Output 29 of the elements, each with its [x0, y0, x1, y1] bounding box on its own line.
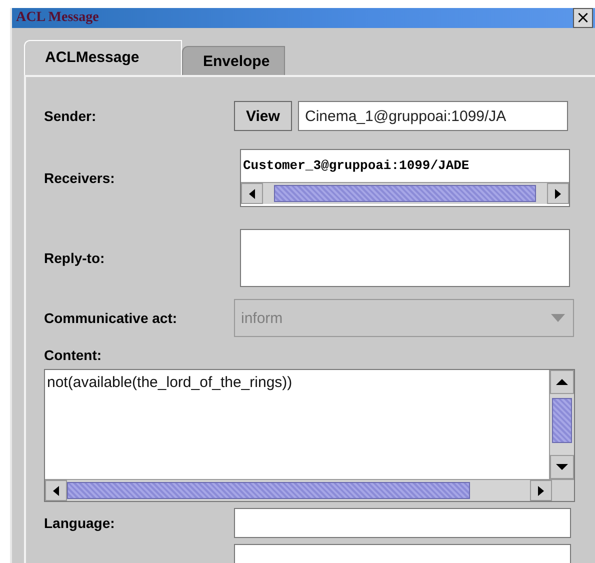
scrollbar-corner	[552, 480, 574, 501]
receivers-list[interactable]: Customer_3@gruppoai:1099/JADE	[240, 149, 570, 207]
right-arrow-icon[interactable]	[538, 486, 544, 496]
field-label: Reply-to:	[44, 250, 106, 266]
horizontal-scrollbar[interactable]	[241, 182, 569, 204]
view-button[interactable]: View	[234, 101, 292, 131]
close-button[interactable]: ×	[573, 8, 593, 28]
vertical-scrollbar[interactable]	[549, 370, 574, 479]
left-arrow-icon[interactable]	[53, 486, 59, 496]
field-label: Language:	[44, 515, 116, 531]
down-arrow-icon[interactable]	[556, 464, 568, 470]
field-label: Communicative act:	[44, 310, 178, 326]
reply-to-field[interactable]	[240, 229, 570, 287]
list-item[interactable]: Customer_3@gruppoai:1099/JADE	[241, 150, 569, 182]
tab[interactable]: ACLMessage	[24, 40, 182, 75]
left-arrow-icon[interactable]	[249, 188, 255, 198]
window-title: ACL Message	[16, 10, 99, 26]
field-label: Receivers:	[44, 170, 116, 186]
field-label: Content:	[44, 347, 103, 363]
horizontal-scrollbar[interactable]	[45, 479, 574, 501]
content-text-area[interactable]: not(available(the_lord_of_the_rings))	[44, 369, 575, 502]
field-label: Sender:	[44, 108, 98, 124]
dropdown-arrow-icon	[551, 314, 565, 322]
sender-field[interactable]: Cinema_1@gruppoai:1099/JA	[298, 101, 568, 131]
right-arrow-icon[interactable]	[555, 188, 561, 198]
language-field[interactable]	[234, 508, 571, 538]
up-arrow-icon[interactable]	[556, 379, 568, 385]
content-text: not(available(the_lord_of_the_rings))	[46, 373, 294, 393]
tab[interactable]: Envelope	[182, 46, 285, 75]
